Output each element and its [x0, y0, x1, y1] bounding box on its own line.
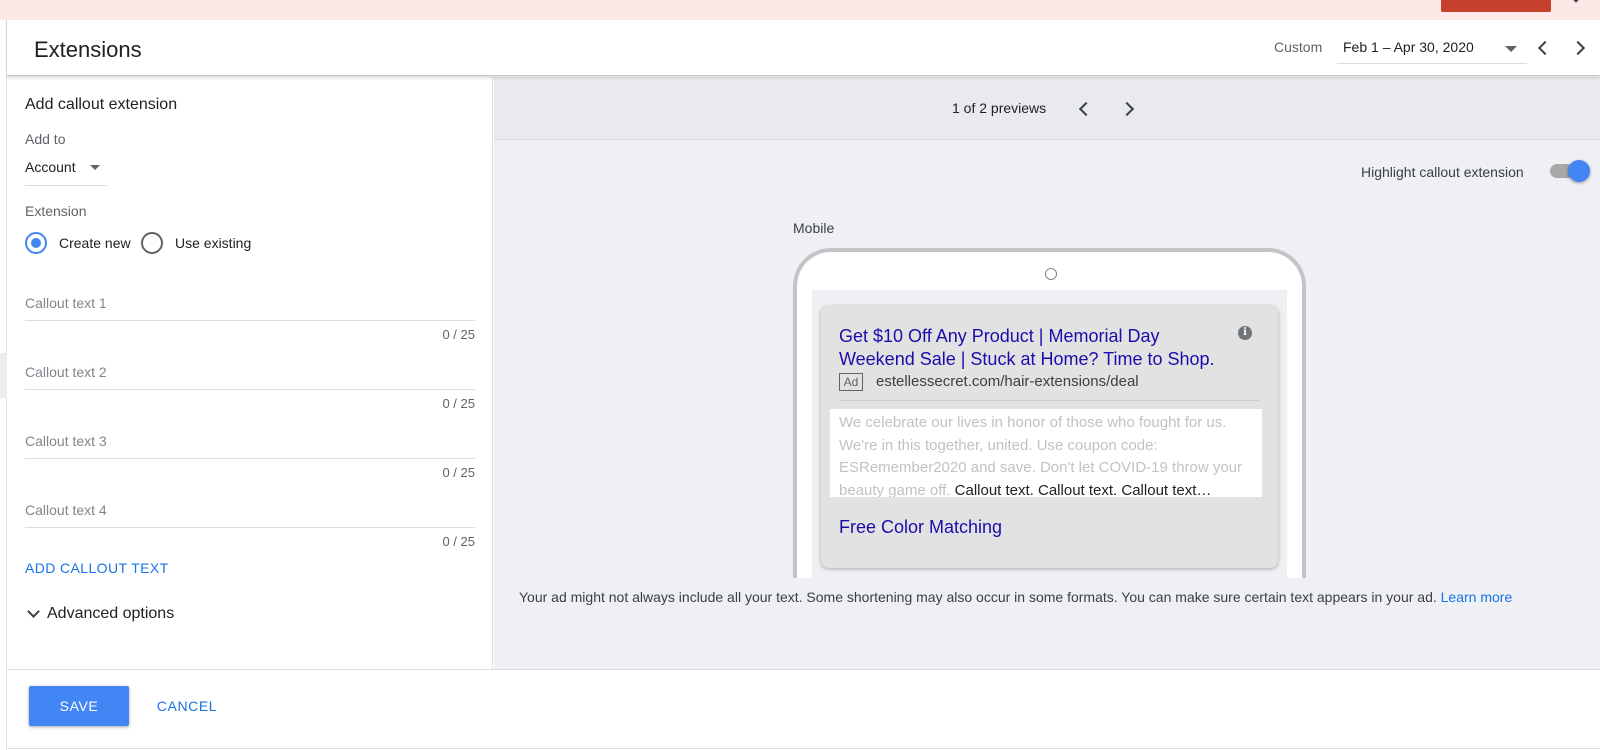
ad-headline[interactable]: Get $10 Off Any Product | Memorial Day W… [839, 325, 1229, 371]
page-header: Extensions Custom Feb 1 – Apr 30, 2020 [7, 20, 1600, 76]
caret-down-icon [90, 165, 100, 170]
caret-down-icon [1505, 46, 1517, 52]
banner-action-button[interactable] [1441, 0, 1551, 12]
add-to-select[interactable]: Account [25, 156, 107, 186]
save-button[interactable]: SAVE [29, 686, 129, 726]
callout-text-4-counter: 0 / 25 [442, 534, 475, 549]
callout-text-1-counter: 0 / 25 [442, 327, 475, 342]
radio-use-existing-label[interactable]: Use existing [175, 235, 251, 251]
add-callout-text-link[interactable]: ADD CALLOUT TEXT [25, 560, 169, 576]
ad-sitelink-extension[interactable]: Free Color Matching [839, 517, 1002, 538]
chevron-right-icon[interactable] [1570, 40, 1586, 56]
highlight-callout-label: Highlight callout extension [1361, 164, 1524, 180]
phone-screen: Get $10 Off Any Product | Memorial Day W… [812, 290, 1287, 578]
ad-preview-panel: 1 of 2 previews Highlight callout extens… [494, 77, 1600, 669]
toggle-knob [1568, 160, 1590, 182]
date-range-select[interactable]: Feb 1 – Apr 30, 2020 [1337, 32, 1527, 64]
callout-text-2-counter: 0 / 25 [442, 396, 475, 411]
ad-display-url: estellessecret.com/hair-extensions/deal [876, 373, 1139, 390]
callout-text-1-input[interactable]: Callout text 1 [25, 289, 475, 321]
preview-disclaimer: Your ad might not always include all you… [519, 589, 1512, 605]
highlight-callout-toggle[interactable] [1548, 158, 1590, 184]
preview-navigation-bar: 1 of 2 previews [494, 77, 1600, 140]
page-title: Extensions [34, 37, 142, 62]
learn-more-link[interactable]: Learn more [1441, 589, 1513, 605]
cancel-button[interactable]: CANCEL [147, 686, 227, 726]
ad-divider [839, 400, 1260, 401]
device-label: Mobile [793, 220, 835, 236]
callout-form-panel: Add callout extension Add to Account Ext… [7, 77, 493, 669]
ad-preview-card: Get $10 Off Any Product | Memorial Day W… [821, 306, 1278, 568]
ad-description: We celebrate our lives in honor of those… [830, 409, 1262, 497]
callout-text-3-placeholder: Callout text 3 [25, 433, 107, 449]
chevron-down-icon [27, 605, 40, 618]
ad-callout-preview: Callout text. Callout text. Callout text… [954, 481, 1212, 498]
callout-text-3-counter: 0 / 25 [442, 465, 475, 480]
radio-create-new-label[interactable]: Create new [59, 235, 131, 251]
callout-text-2-placeholder: Callout text 2 [25, 364, 107, 380]
preview-disclaimer-text: Your ad might not always include all you… [519, 589, 1437, 605]
add-to-label: Add to [25, 131, 66, 147]
chevron-left-icon[interactable] [1537, 40, 1553, 56]
chevron-left-icon[interactable] [1078, 101, 1094, 117]
top-alert-banner [0, 0, 1600, 20]
extension-label: Extension [25, 203, 87, 219]
phone-camera-icon [1045, 268, 1057, 280]
callout-text-2-input[interactable]: Callout text 2 [25, 358, 475, 390]
mobile-phone-frame: Get $10 Off Any Product | Memorial Day W… [793, 248, 1306, 578]
left-rail-tab[interactable] [0, 353, 7, 398]
callout-text-1-placeholder: Callout text 1 [25, 295, 107, 311]
callout-text-3-input[interactable]: Callout text 3 [25, 427, 475, 459]
advanced-options-label: Advanced options [47, 605, 175, 622]
chevron-down-icon[interactable] [1570, 0, 1582, 3]
info-icon[interactable]: i [1238, 326, 1252, 340]
app-root: Extensions Custom Feb 1 – Apr 30, 2020 A… [0, 0, 1600, 750]
radio-use-existing[interactable] [141, 232, 163, 254]
callout-text-4-input[interactable]: Callout text 4 [25, 496, 475, 528]
ad-badge: Ad [839, 373, 863, 391]
chevron-right-icon[interactable] [1119, 101, 1135, 117]
preview-count: 1 of 2 previews [952, 100, 1047, 116]
date-range-label: Custom [1274, 39, 1323, 55]
form-footer: SAVE CANCEL [7, 669, 1600, 750]
radio-create-new[interactable] [25, 232, 47, 254]
callout-text-4-placeholder: Callout text 4 [25, 502, 107, 518]
form-title: Add callout extension [25, 96, 178, 113]
add-to-value: Account [25, 159, 76, 175]
date-range-value: Feb 1 – Apr 30, 2020 [1343, 39, 1474, 55]
